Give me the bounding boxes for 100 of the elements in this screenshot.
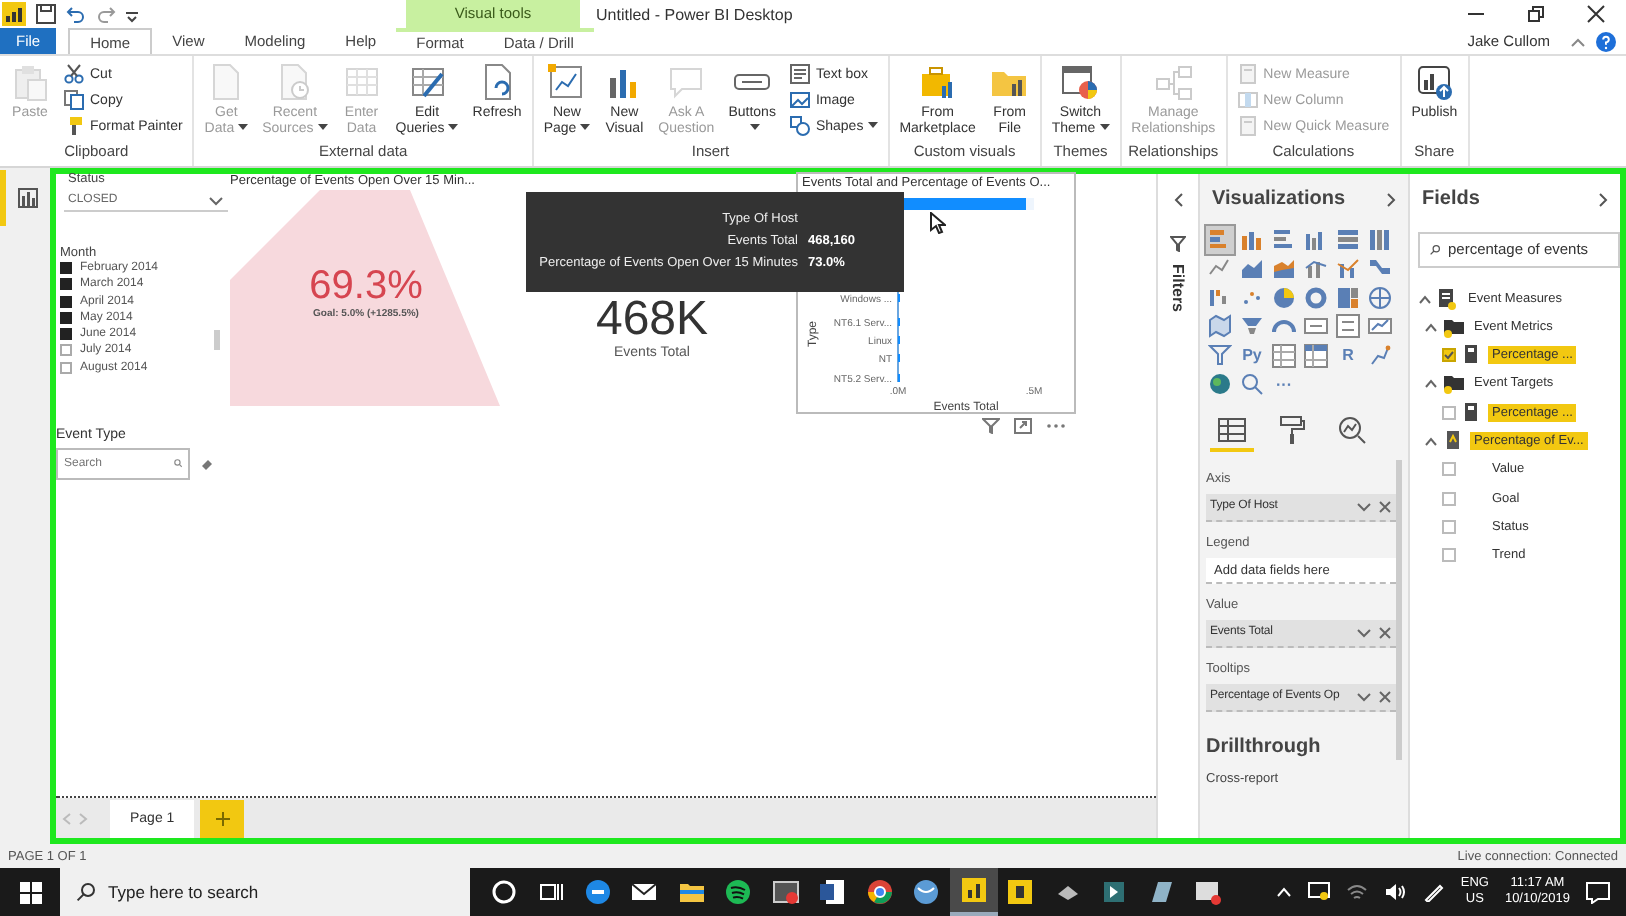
calculator-icon	[1237, 116, 1258, 136]
expand-caret-icon[interactable]	[1424, 321, 1438, 332]
checkbox[interactable]	[60, 278, 72, 291]
folder-icon	[1444, 372, 1464, 395]
scrollbar-thumb[interactable]	[214, 329, 220, 350]
close-icon[interactable]	[1586, 4, 1606, 24]
fields-icon	[1218, 415, 1246, 444]
folder-icon[interactable]	[677, 878, 706, 906]
visual-type-button[interactable]: R	[1334, 341, 1362, 370]
table-column-icon	[1237, 90, 1258, 110]
search-input[interactable]: Type here to search	[108, 882, 448, 902]
scissors-icon	[64, 64, 84, 84]
shapes-icon	[789, 116, 810, 136]
filter-icon[interactable]	[1170, 235, 1186, 252]
restore-icon[interactable]	[1526, 4, 1546, 24]
speech-bubble-icon	[666, 62, 707, 102]
notification-icon[interactable]	[1586, 881, 1610, 903]
focus-mode-icon[interactable]	[1014, 417, 1032, 434]
folder-icon	[1444, 315, 1464, 338]
collapse-ribbon-icon[interactable]	[1570, 33, 1586, 49]
envelope-icon[interactable]	[630, 878, 659, 906]
pen-icon[interactable]	[1422, 882, 1445, 902]
add-page-button[interactable]	[200, 800, 245, 839]
checkbox[interactable]	[1442, 348, 1456, 363]
filter-icon[interactable]	[982, 417, 1000, 434]
checkbox[interactable]	[1442, 519, 1456, 534]
chevron-up-icon[interactable]	[1276, 886, 1293, 898]
pane-title: Visualizations	[1212, 188, 1346, 211]
speaker-icon[interactable]	[1384, 882, 1407, 902]
pane-title: Fields	[1422, 188, 1480, 211]
image-icon	[789, 90, 810, 110]
calculator-icon	[1237, 64, 1258, 84]
search-icon	[76, 882, 96, 902]
briefcase-chart-icon	[917, 62, 958, 102]
expand-caret-icon[interactable]	[1418, 293, 1432, 303]
app-icon[interactable]	[1194, 878, 1223, 906]
section-title: Drillthrough	[1206, 735, 1323, 758]
text-box-icon	[789, 64, 810, 84]
relationship-icon	[1153, 62, 1194, 102]
start-icon[interactable]	[19, 881, 41, 903]
checkbox[interactable]	[60, 328, 72, 341]
expand-caret-icon[interactable]	[1424, 435, 1438, 446]
table-pencil-icon	[407, 62, 448, 102]
chart-app-icon[interactable]	[959, 876, 988, 904]
expand-caret-icon[interactable]	[1424, 378, 1438, 389]
scrollbar-thumb[interactable]	[1396, 459, 1402, 760]
checkbox[interactable]	[1442, 548, 1456, 563]
remove-icon[interactable]	[1378, 625, 1392, 640]
kpi-value: 69.3%	[309, 263, 423, 308]
theme-page-icon	[1060, 62, 1101, 102]
remove-icon[interactable]	[1378, 689, 1392, 704]
chevron-down-icon[interactable]	[1356, 500, 1372, 513]
wifi-icon[interactable]	[1346, 882, 1369, 902]
mouse-pointer-icon	[930, 211, 946, 234]
chart-app-icon[interactable]	[1006, 878, 1035, 906]
chevron-right-icon[interactable]	[1598, 191, 1608, 208]
image-app-icon[interactable]	[771, 878, 800, 906]
music-app-icon[interactable]	[724, 878, 753, 906]
save-icon[interactable]	[36, 4, 56, 24]
eraser-icon[interactable]	[200, 456, 214, 471]
remove-icon[interactable]	[1378, 499, 1392, 514]
checkbox[interactable]	[1442, 405, 1456, 420]
pane-tab[interactable]	[1210, 415, 1254, 452]
chevron-down-icon	[208, 193, 224, 206]
chevron-down-icon[interactable]	[1356, 626, 1372, 639]
search-field[interactable]: Type here to search	[60, 868, 470, 916]
undo-icon[interactable]	[66, 4, 86, 24]
pane-title[interactable]: Filters	[1169, 263, 1187, 312]
checkbox[interactable]	[60, 295, 72, 308]
clipboard-icon	[10, 62, 50, 102]
checkbox[interactable]	[60, 262, 72, 274]
chevron-down-icon[interactable]	[1356, 690, 1372, 703]
chart-page-icon	[546, 62, 587, 102]
checkbox[interactable]	[1442, 491, 1456, 506]
plus-icon	[215, 812, 230, 827]
task-view-icon[interactable]	[536, 878, 565, 906]
checkbox[interactable]	[60, 311, 72, 324]
screen-icon[interactable]	[1308, 882, 1331, 902]
app-icon[interactable]	[1147, 878, 1176, 906]
app-logo-icon[interactable]	[2, 2, 26, 26]
copy-icon	[64, 90, 84, 110]
document-app-icon[interactable]	[818, 878, 847, 906]
checkbox[interactable]	[60, 344, 72, 357]
checkbox[interactable]	[60, 361, 72, 374]
table-icon	[1438, 287, 1458, 309]
kpi-icon	[1444, 429, 1464, 452]
search-icon	[1430, 241, 1440, 258]
visual-type-button[interactable]: ···	[1270, 370, 1298, 399]
circle-icon[interactable]	[489, 878, 518, 906]
visual-type-button[interactable]: Py	[1238, 341, 1266, 370]
bar-chart-icon	[18, 187, 38, 208]
analytics-icon	[1338, 415, 1366, 444]
redo-icon[interactable]	[96, 4, 116, 24]
app-icon[interactable]	[1100, 878, 1129, 906]
checkbox[interactable]	[1442, 462, 1456, 477]
table-icon	[341, 62, 382, 102]
chevron-left-icon[interactable]	[1173, 191, 1183, 208]
chevron-right-icon[interactable]	[1386, 191, 1396, 208]
paint-roller-icon	[1278, 415, 1306, 444]
help-icon[interactable]	[1596, 31, 1616, 51]
